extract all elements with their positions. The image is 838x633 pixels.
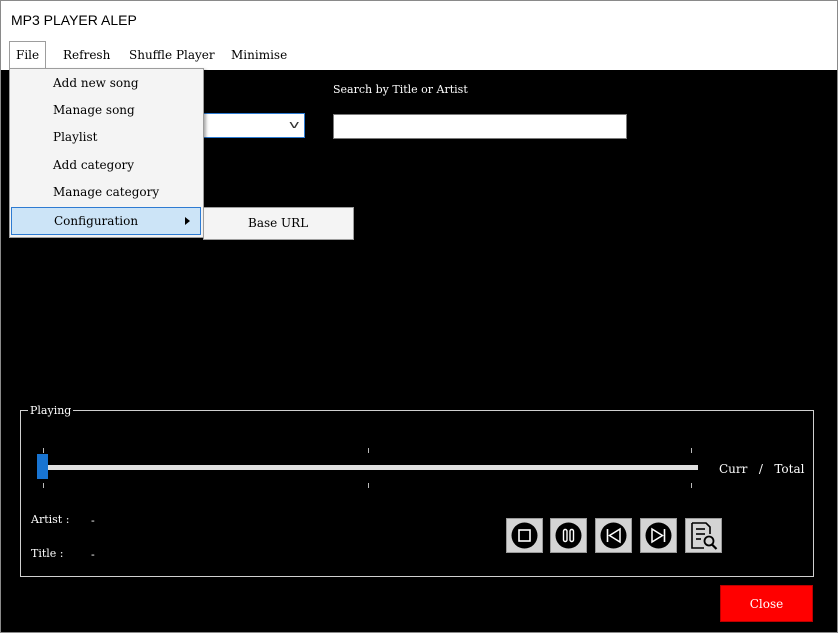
artist-label: Artist : (31, 513, 70, 526)
pause-icon (555, 522, 582, 549)
search-input[interactable] (333, 114, 627, 139)
menu-item-configuration[interactable]: Configuration (11, 207, 201, 235)
slider-tick (43, 483, 44, 488)
slider-tick (43, 448, 44, 453)
title-bar: MP3 PLAYER ALEP (1, 1, 837, 41)
menu-minimise[interactable]: Minimise (225, 41, 293, 68)
menu-item-label: Add new song (53, 76, 139, 90)
menu-refresh[interactable]: Refresh (57, 41, 116, 68)
lyrics-search-button[interactable] (685, 518, 722, 553)
menu-item-label: Configuration (54, 214, 139, 228)
slider-tick (691, 448, 692, 453)
menu-item-add-category[interactable]: Add category (11, 152, 201, 178)
next-icon (645, 522, 672, 549)
window-title: MP3 PLAYER ALEP (11, 12, 137, 28)
file-menu-dropdown: Add new song Manage song Playlist Add ca… (9, 68, 204, 238)
previous-icon (600, 522, 627, 549)
playing-group-label: Playing (28, 404, 74, 417)
slider-tick (368, 483, 369, 488)
next-button[interactable] (640, 518, 677, 553)
stop-button[interactable] (506, 518, 543, 553)
seek-slider-thumb[interactable] (37, 454, 48, 479)
slider-tick (368, 448, 369, 453)
stop-icon (511, 522, 538, 549)
menu-bar: File Refresh Shuffle Player Minimise (1, 41, 837, 70)
close-button[interactable]: Close (720, 585, 813, 622)
menu-item-label: Manage category (53, 185, 160, 199)
menu-item-base-url[interactable]: Base URL (206, 210, 350, 236)
category-combo[interactable]: v (196, 113, 305, 138)
lyrics-search-icon (691, 522, 718, 550)
previous-button[interactable] (595, 518, 632, 553)
configuration-submenu: Base URL (203, 207, 354, 240)
menu-item-playlist[interactable]: Playlist (11, 124, 201, 150)
time-readout: Curr / Total (719, 462, 804, 476)
menu-item-label: Manage song (53, 103, 135, 117)
submenu-arrow-icon (185, 217, 190, 225)
slider-tick (691, 483, 692, 488)
menu-item-label: Base URL (248, 216, 309, 230)
artist-value: - (91, 514, 95, 527)
pause-button[interactable] (550, 518, 587, 553)
title-value: - (91, 548, 95, 561)
menu-item-manage-category[interactable]: Manage category (11, 179, 201, 205)
total-time-label: Total (774, 462, 805, 476)
title-label: Title : (31, 547, 64, 560)
current-time-label: Curr (719, 462, 748, 476)
menu-item-label: Playlist (53, 130, 98, 144)
menu-item-add-new-song[interactable]: Add new song (11, 70, 201, 96)
search-label: Search by Title or Artist (333, 83, 468, 96)
time-separator: / (758, 462, 763, 476)
chevron-down-icon[interactable]: v (290, 118, 300, 131)
app-window: MP3 PLAYER ALEP File Refresh Shuffle Pla… (0, 0, 838, 633)
menu-item-manage-song[interactable]: Manage song (11, 97, 201, 123)
menu-item-label: Add category (53, 158, 135, 172)
menu-file[interactable]: File (9, 41, 47, 70)
menu-shuffle-player[interactable]: Shuffle Player (123, 41, 221, 68)
seek-slider-track[interactable] (41, 465, 698, 470)
